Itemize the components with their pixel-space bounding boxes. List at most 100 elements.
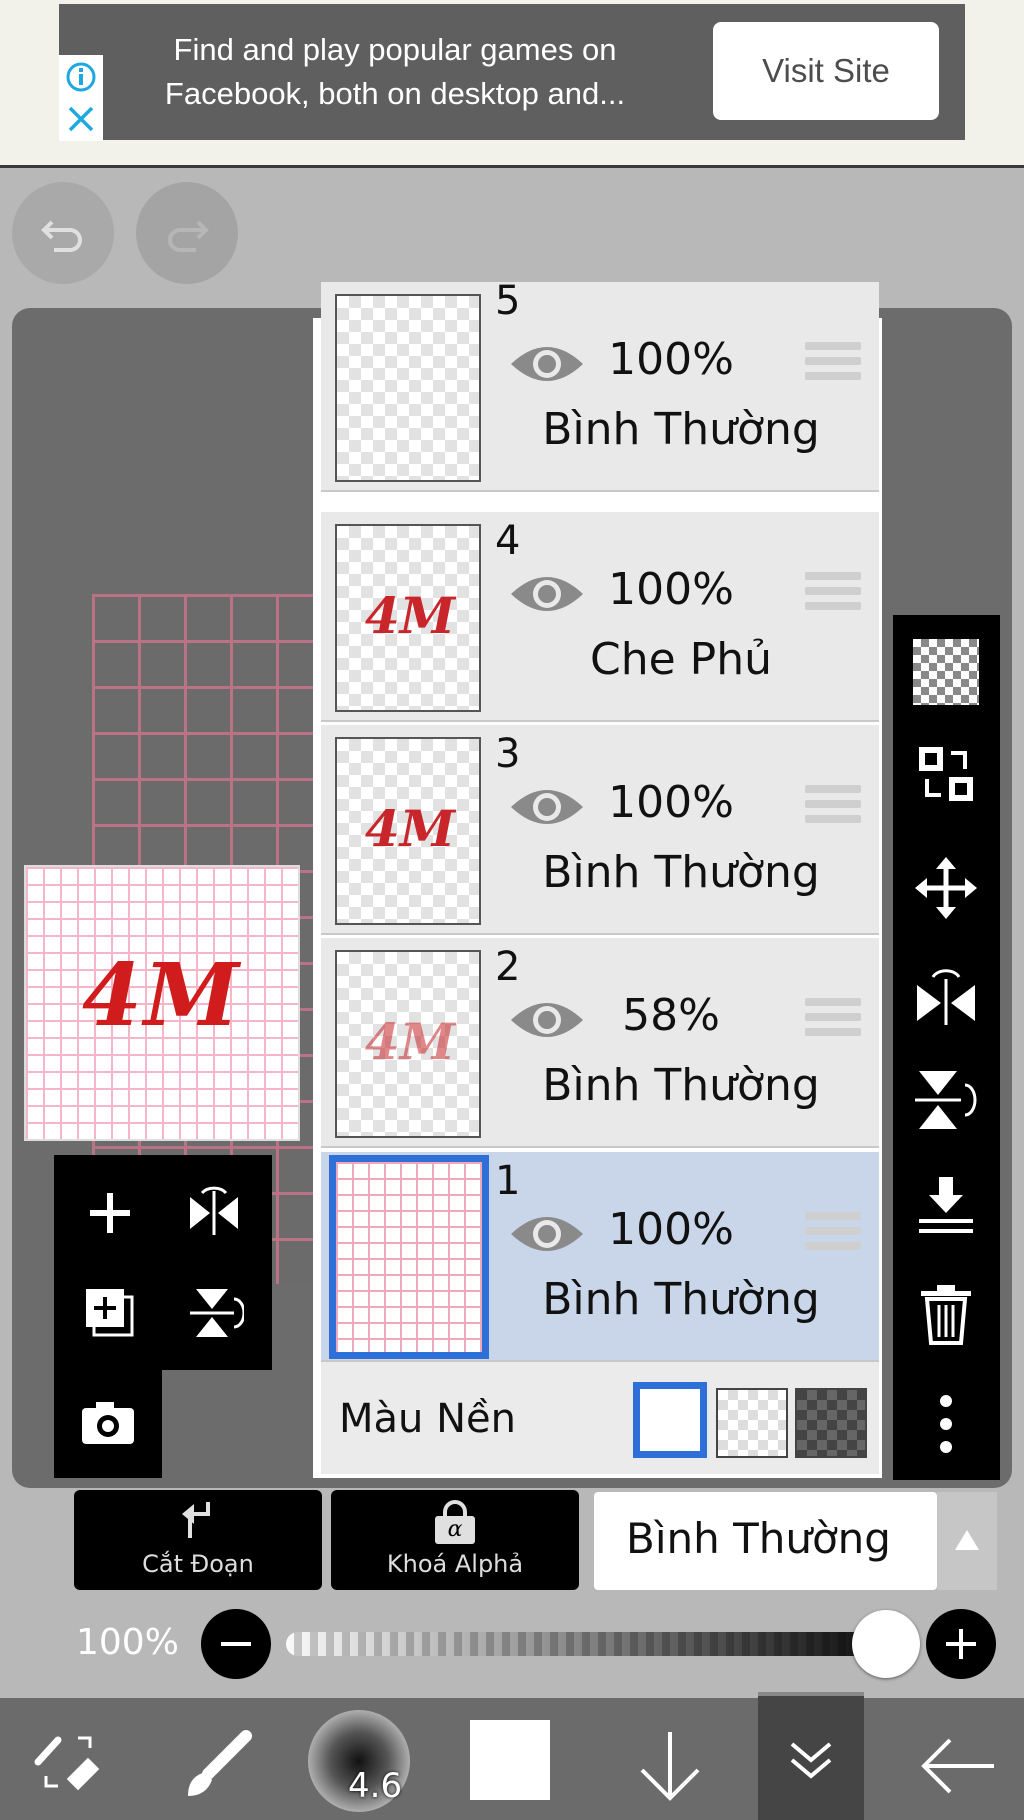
opacity-decrease-button[interactable] <box>201 1609 271 1679</box>
layer-blend-mode: Bình Thường <box>542 847 820 898</box>
blend-mode-value: Bình Thường <box>626 1514 891 1563</box>
layer-number: 3 <box>495 731 521 777</box>
close-icon[interactable] <box>65 103 97 135</box>
layer-opacity: 58% <box>622 990 720 1041</box>
layer-thumbnail <box>335 294 481 482</box>
layer-number: 1 <box>495 1158 521 1204</box>
layer-opacity: 100% <box>608 1204 734 1255</box>
camera-icon[interactable] <box>78 1392 138 1452</box>
plus-icon <box>946 1629 976 1659</box>
drag-handle-icon[interactable] <box>805 572 861 618</box>
layer-row-3[interactable]: 4M 3 100% Bình Thường <box>321 725 879 935</box>
back-button[interactable] <box>900 1698 1010 1820</box>
trash-icon[interactable] <box>913 1281 979 1347</box>
merge-down-icon[interactable] <box>913 1173 979 1239</box>
visibility-eye-icon[interactable] <box>507 336 587 392</box>
move-icon[interactable] <box>913 855 979 921</box>
drag-handle-icon[interactable] <box>805 1212 861 1258</box>
visit-site-button[interactable]: Visit Site <box>713 22 939 120</box>
layer-thumbnail-art: 4M <box>364 1012 456 1071</box>
blend-mode-select[interactable]: Bình Thường <box>594 1492 937 1590</box>
layer-thumbnail: 4M <box>335 524 481 712</box>
layer-number: 2 <box>495 944 521 990</box>
duplicate-layer-icon[interactable] <box>80 1283 140 1343</box>
background-transparent-swatch[interactable] <box>716 1388 788 1458</box>
layer-thumbnail-art: 4M <box>364 799 456 858</box>
redo-button[interactable] <box>136 182 238 284</box>
layer-row-1[interactable]: 1 100% Bình Thường <box>321 1152 879 1362</box>
clipping-label: Cắt Đoạn <box>142 1550 254 1578</box>
layer-blend-mode: Bình Thường <box>542 1274 820 1325</box>
clip-arrow-icon <box>182 1502 210 1538</box>
undo-button[interactable] <box>12 182 114 284</box>
camera-panel <box>54 1368 162 1478</box>
download-button[interactable] <box>612 1698 722 1820</box>
background-white-swatch[interactable] <box>633 1382 707 1458</box>
ad-icons <box>59 55 103 141</box>
alpha-lock-button[interactable]: α Khoá Alphả <box>331 1490 579 1590</box>
preview-art: 4M <box>82 945 242 1046</box>
more-options-icon[interactable] <box>913 1391 979 1457</box>
layer-thumbnail <box>329 1155 489 1359</box>
brush-size-value: 4.6 <box>348 1766 403 1806</box>
clipping-button[interactable]: Cắt Đoạn <box>74 1490 322 1590</box>
opacity-slider-thumb[interactable] <box>852 1610 920 1678</box>
info-icon[interactable] <box>65 61 97 93</box>
flip-vertical-icon[interactable] <box>184 1283 244 1343</box>
arrow-down-icon <box>640 1732 700 1801</box>
layer-panel: 5 100% Bình Thường 4M 4 100% Che Phủ 4M 3 100% Bìn… <box>313 278 882 1478</box>
flip-horizontal-icon[interactable] <box>184 1183 244 1243</box>
flip-layer-vertical-icon[interactable] <box>913 1067 979 1133</box>
brush-eraser-switch-icon <box>34 1736 100 1791</box>
brush-tool-button[interactable] <box>160 1698 270 1820</box>
background-dark-swatch[interactable] <box>795 1388 867 1458</box>
layer-number: 4 <box>495 518 521 564</box>
tool-switch-button[interactable] <box>10 1698 120 1820</box>
app-screen: Find and play popular games on Facebook,… <box>0 0 1024 1820</box>
bottom-toolbar: 4.6 <box>0 1692 1024 1820</box>
minus-icon <box>221 1642 251 1646</box>
layer-thumbnail-art: 4M <box>364 586 456 645</box>
layer-blend-mode: Bình Thường <box>542 1060 820 1111</box>
visibility-eye-icon[interactable] <box>507 779 587 835</box>
visibility-eye-icon[interactable] <box>507 566 587 622</box>
swap-layers-icon[interactable] <box>913 741 979 807</box>
layer-row-4[interactable]: 4M 4 100% Che Phủ <box>321 512 879 722</box>
add-layer-icon[interactable] <box>80 1183 140 1243</box>
brush-icon <box>188 1730 252 1796</box>
drag-handle-icon[interactable] <box>805 342 861 388</box>
flip-layer-horizontal-icon[interactable] <box>913 963 979 1029</box>
brush-size-button[interactable]: 4.6 <box>308 1710 410 1812</box>
drag-handle-icon[interactable] <box>805 785 861 831</box>
layer-row-2[interactable]: 4M 2 58% Bình Thường <box>321 938 879 1148</box>
chevrons-down-icon <box>790 1742 832 1779</box>
undo-icon <box>41 220 82 252</box>
layer-opacity: 100% <box>608 334 734 385</box>
drag-handle-icon[interactable] <box>805 998 861 1044</box>
background-label: Màu Nền <box>339 1396 516 1442</box>
opacity-increase-button[interactable] <box>926 1609 996 1679</box>
layer-thumbnail: 4M <box>335 737 481 925</box>
layers-button[interactable] <box>758 1692 864 1820</box>
alpha-lock-label: Khoá Alphả <box>386 1550 524 1578</box>
visibility-eye-icon[interactable] <box>507 992 587 1048</box>
layer-blend-mode: Bình Thường <box>542 404 820 455</box>
layer-blend-mode: Che Phủ <box>590 634 772 685</box>
blend-mode-dropdown-button[interactable] <box>937 1492 997 1590</box>
arrow-left-icon <box>921 1738 994 1794</box>
opacity-slider-track[interactable] <box>286 1632 916 1656</box>
redo-icon <box>168 220 209 252</box>
right-toolbar <box>893 615 1000 1480</box>
layer-opacity: 100% <box>608 564 734 615</box>
transparency-icon[interactable] <box>913 639 979 705</box>
layer-row-5[interactable]: 5 100% Bình Thường <box>321 278 879 492</box>
ad-text: Find and play popular games on Facebook,… <box>164 32 626 111</box>
background-color-row: Màu Nền <box>321 1362 879 1474</box>
layer-tools-panel <box>54 1155 272 1370</box>
lock-icon: α <box>433 1500 477 1544</box>
triangle-up-icon <box>955 1530 979 1550</box>
visibility-eye-icon[interactable] <box>507 1206 587 1262</box>
layer-opacity-label: 100% <box>76 1622 179 1663</box>
color-swatch-button[interactable] <box>470 1720 550 1800</box>
layer-thumbnail: 4M <box>335 950 481 1138</box>
